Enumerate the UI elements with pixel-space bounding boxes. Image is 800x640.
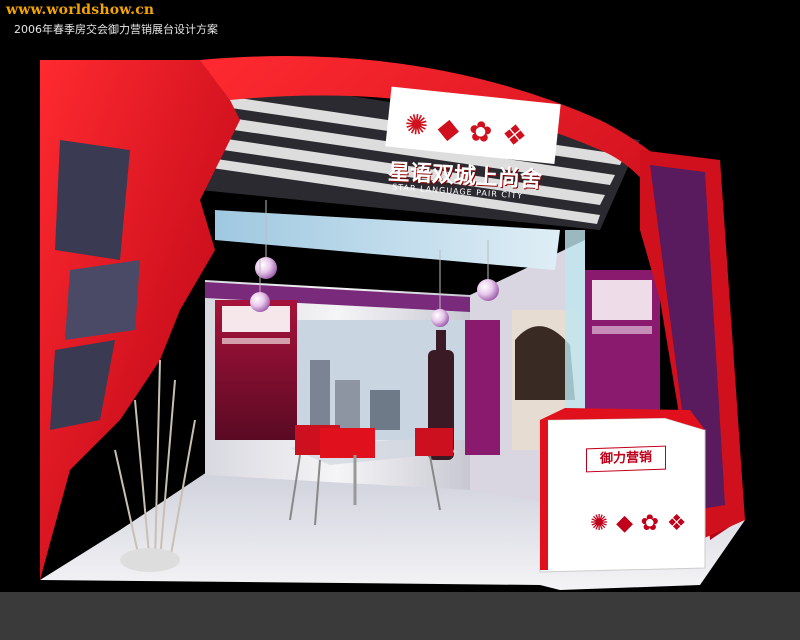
- side-poster: [465, 320, 500, 455]
- booth-scene: ✺ ◆ ✿ ❖ ✺ ◆ ✿ ❖: [40, 56, 745, 590]
- pendant-light: [477, 279, 499, 301]
- pendant-light: [250, 292, 270, 312]
- pendant-light: [431, 309, 449, 327]
- counter-label: 御力营销: [586, 445, 666, 473]
- reception-counter: ✺ ◆ ✿ ❖: [539, 408, 706, 573]
- stones: [120, 548, 180, 572]
- pendant-light: [255, 257, 277, 279]
- svg-text:✺ ◆ ✿ ❖: ✺ ◆ ✿ ❖: [590, 511, 687, 536]
- bottom-band: [0, 592, 800, 640]
